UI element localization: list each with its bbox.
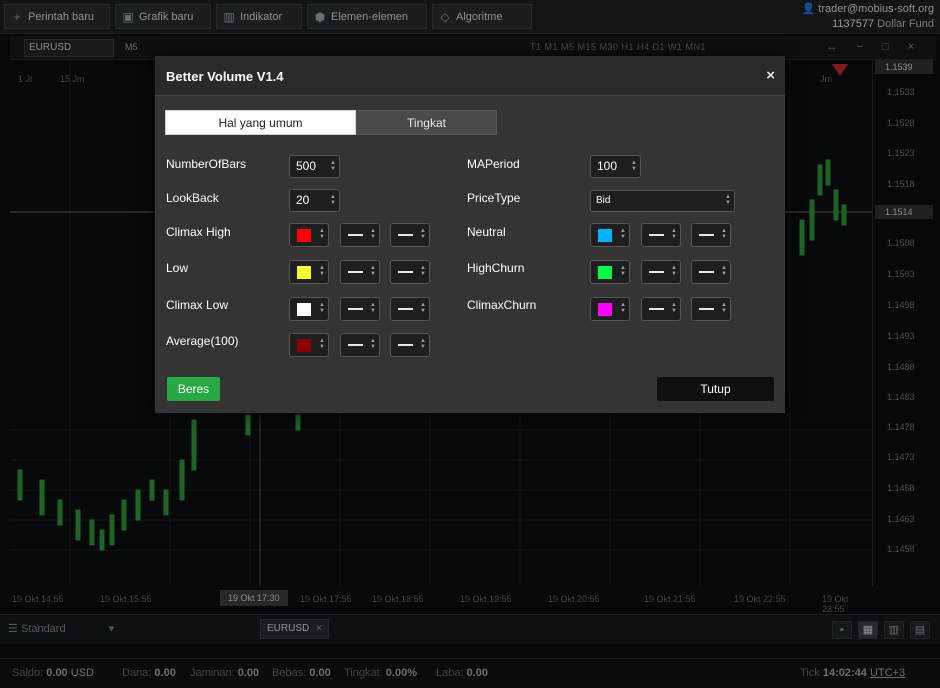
spinner-icon: ▲ ▼ xyxy=(671,265,677,277)
climax-high-color-picker[interactable]: ▲ ▼ xyxy=(289,223,329,247)
color-swatch xyxy=(297,339,311,352)
spinner-icon: ▲ ▼ xyxy=(671,302,677,314)
average-line-style[interactable]: ▲ ▼ xyxy=(390,333,430,357)
close-button[interactable]: Tutup xyxy=(657,377,774,401)
low-line-style[interactable]: ▲ ▼ xyxy=(390,260,430,284)
average-label: Average(100) xyxy=(166,334,239,348)
spinner-icon: ▲ ▼ xyxy=(319,228,325,240)
spinner-icon: ▲ ▼ xyxy=(620,228,626,240)
number-of-bars-label: NumberOfBars xyxy=(166,157,247,171)
spinner-icon: ▲ ▼ xyxy=(620,265,626,277)
spinner-icon[interactable]: ▲ ▼ xyxy=(330,160,336,172)
lookback-input[interactable]: 20 ▲ ▼ xyxy=(289,189,340,212)
spinner-icon: ▲ ▼ xyxy=(721,302,727,314)
spinner-icon: ▲ ▼ xyxy=(420,228,426,240)
spinner-icon: ▲ ▼ xyxy=(721,228,727,240)
climax-low-line-width[interactable]: ▲ ▼ xyxy=(340,297,380,321)
number-of-bars-input[interactable]: 500 ▲ ▼ xyxy=(289,155,340,178)
color-swatch xyxy=(297,229,311,242)
spinner-icon: ▲ ▼ xyxy=(319,338,325,350)
ma-period-label: MAPeriod xyxy=(467,157,520,171)
neutral-line-style[interactable]: ▲ ▼ xyxy=(691,223,731,247)
spinner-icon: ▲ ▼ xyxy=(420,265,426,277)
color-swatch xyxy=(598,229,612,242)
close-icon[interactable]: × xyxy=(766,67,775,84)
low-label: Low xyxy=(166,261,189,275)
low-line-width[interactable]: ▲ ▼ xyxy=(340,260,380,284)
high-churn-line-style[interactable]: ▲ ▼ xyxy=(691,260,731,284)
spinner-icon[interactable]: ▲ ▼ xyxy=(330,194,336,206)
ma-period-value: 100 xyxy=(597,159,618,173)
spinner-icon: ▲ ▼ xyxy=(671,228,677,240)
lookback-label: LookBack xyxy=(166,191,219,205)
tab-levels[interactable]: Tingkat xyxy=(356,110,497,135)
climax-churn-label: ClimaxChurn xyxy=(467,298,537,312)
dialog-title: Better Volume V1.4 xyxy=(166,69,284,84)
high-churn-label: HighChurn xyxy=(467,261,525,275)
climax-high-label: Climax High xyxy=(166,225,231,239)
dialog-header: Better Volume V1.4 × xyxy=(155,56,785,96)
climax-low-color-picker[interactable]: ▲ ▼ xyxy=(289,297,329,321)
spinner-icon: ▲ ▼ xyxy=(370,265,376,277)
price-type-label: PriceType xyxy=(467,191,521,205)
climax-churn-color-picker[interactable]: ▲ ▼ xyxy=(590,297,630,321)
climax-high-line-style[interactable]: ▲ ▼ xyxy=(390,223,430,247)
spinner-icon: ▲ ▼ xyxy=(370,338,376,350)
high-churn-color-picker[interactable]: ▲ ▼ xyxy=(590,260,630,284)
climax-high-line-width[interactable]: ▲ ▼ xyxy=(340,223,380,247)
spinner-icon: ▲ ▼ xyxy=(420,302,426,314)
neutral-color-picker[interactable]: ▲ ▼ xyxy=(590,223,630,247)
dialog-tabs: Hal yang umum Tingkat xyxy=(165,110,497,135)
climax-low-label: Climax Low xyxy=(166,298,229,312)
price-type-select[interactable]: Bid ▲ ▼ xyxy=(590,190,735,212)
spinner-icon[interactable]: ▲ ▼ xyxy=(631,160,637,172)
color-swatch xyxy=(598,303,612,316)
neutral-line-width[interactable]: ▲ ▼ xyxy=(641,223,681,247)
spinner-icon: ▲ ▼ xyxy=(725,194,731,206)
spinner-icon: ▲ ▼ xyxy=(370,302,376,314)
average-line-width[interactable]: ▲ ▼ xyxy=(340,333,380,357)
number-of-bars-value: 500 xyxy=(296,159,317,173)
spinner-icon: ▲ ▼ xyxy=(721,265,727,277)
ma-period-input[interactable]: 100 ▲ ▼ xyxy=(590,155,641,178)
spinner-icon: ▲ ▼ xyxy=(420,338,426,350)
spinner-icon: ▲ ▼ xyxy=(370,228,376,240)
spinner-icon: ▲ ▼ xyxy=(620,302,626,314)
color-swatch xyxy=(297,303,311,316)
lookback-value: 20 xyxy=(296,193,310,207)
spinner-icon: ▲ ▼ xyxy=(319,265,325,277)
spinner-icon: ▲ ▼ xyxy=(319,302,325,314)
price-type-value: Bid xyxy=(596,195,611,206)
color-swatch xyxy=(598,266,612,279)
climax-low-line-style[interactable]: ▲ ▼ xyxy=(390,297,430,321)
ok-button[interactable]: Beres xyxy=(167,377,220,401)
high-churn-line-width[interactable]: ▲ ▼ xyxy=(641,260,681,284)
color-swatch xyxy=(297,266,311,279)
neutral-label: Neutral xyxy=(467,225,506,239)
climax-churn-line-style[interactable]: ▲ ▼ xyxy=(691,297,731,321)
indicator-settings-dialog: Better Volume V1.4 × Hal yang umum Tingk… xyxy=(155,56,785,413)
average-color-picker[interactable]: ▲ ▼ xyxy=(289,333,329,357)
climax-churn-line-width[interactable]: ▲ ▼ xyxy=(641,297,681,321)
tab-general[interactable]: Hal yang umum xyxy=(165,110,356,135)
low-color-picker[interactable]: ▲ ▼ xyxy=(289,260,329,284)
